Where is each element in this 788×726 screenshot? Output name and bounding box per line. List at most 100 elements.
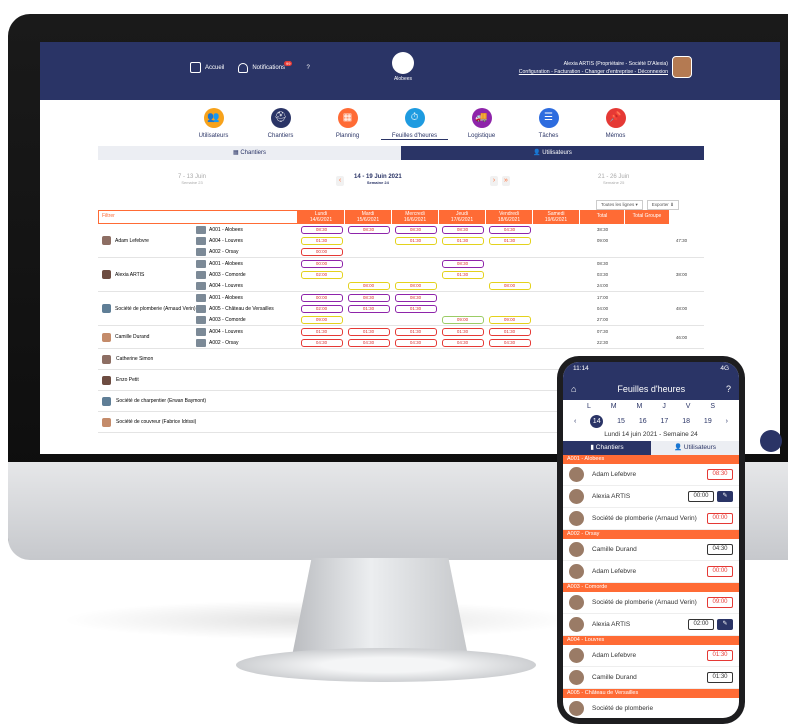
hours-input[interactable]: 09:00	[441, 315, 484, 324]
notifications-link[interactable]: Notifications 99	[238, 61, 293, 73]
hours-input[interactable]: 01:30	[347, 304, 390, 313]
prev-week[interactable]: 7 - 13 Juin Semaine 23	[178, 174, 206, 185]
day-number[interactable]: 18	[682, 418, 690, 425]
hours-input[interactable]: 01:30	[488, 327, 531, 336]
hours-input[interactable]: 04:30	[300, 338, 343, 347]
module-helmet[interactable]: ⛑ Chantiers	[247, 108, 314, 140]
logo-text: Alobees	[393, 76, 413, 82]
hours-input[interactable]: 01:30	[300, 327, 343, 336]
hours-field[interactable]: 00:00	[688, 491, 714, 502]
hours-input[interactable]: 08:00	[394, 281, 437, 290]
lines-select[interactable]: Toutes les lignes ▾	[596, 200, 643, 210]
hours-input[interactable]: 02:00	[300, 270, 343, 279]
day-number[interactable]: 19	[704, 418, 712, 425]
chat-button[interactable]	[760, 430, 782, 452]
hours-field[interactable]: 01:30	[707, 650, 733, 661]
hours-input[interactable]: 08:30	[347, 225, 390, 234]
mobile-tab-utilisateurs[interactable]: 👤 Utilisateurs	[651, 441, 739, 455]
hours-input[interactable]: 08:30	[441, 225, 484, 234]
help-icon[interactable]: ?	[726, 384, 731, 394]
module-tasks[interactable]: ☰ Tâches	[515, 108, 582, 140]
next-next-week-arrow[interactable]: »	[502, 176, 510, 186]
list-item[interactable]: Camille Durand 04:30	[563, 539, 739, 561]
module-users[interactable]: 👥 Utilisateurs	[180, 108, 247, 140]
home-link[interactable]: Accueil	[190, 62, 224, 73]
calendar-icon: ▦	[337, 108, 358, 128]
hours-input[interactable]: 08:30	[347, 293, 390, 302]
hours-field[interactable]: 00:00	[707, 513, 733, 524]
list-item[interactable]: Camille Durand 01:30	[563, 667, 739, 689]
list-item[interactable]: Alexia ARTIS 02:00 ✎	[563, 614, 739, 636]
hours-input[interactable]: 08:30	[300, 225, 343, 234]
person-cell[interactable]: Société de plomberie (Arnaud Verin)	[98, 292, 196, 325]
next-day-arrow[interactable]: ›	[726, 418, 728, 425]
edit-button[interactable]: ✎	[717, 619, 733, 630]
alobees-logo[interactable]: Alobees	[390, 52, 416, 86]
account-links[interactable]: Configuration - Facturation - Changer d'…	[519, 68, 668, 76]
help-button[interactable]: ?	[306, 65, 309, 71]
tab-utilisateurs[interactable]: 👤 Utilisateurs	[401, 146, 704, 160]
hours-input[interactable]: 08:30	[394, 225, 437, 234]
hours-input[interactable]: 01:30	[347, 327, 390, 336]
person-cell[interactable]: Camille Durand	[98, 326, 196, 348]
hours-field[interactable]: 08:30	[707, 469, 733, 480]
person-cell[interactable]: Alexia ARTIS	[98, 258, 196, 291]
hours-input[interactable]: 04:30	[394, 338, 437, 347]
hours-input[interactable]: 01:30	[300, 236, 343, 245]
hours-input[interactable]: 09:00	[488, 315, 531, 324]
mobile-tab-chantiers[interactable]: ▮ Chantiers	[563, 441, 651, 455]
hours-field[interactable]: 04:30	[707, 544, 733, 555]
list-item[interactable]: Société de plomberie (Arnaud Verin) 00:00	[563, 508, 739, 530]
hours-field[interactable]: 01:30	[707, 672, 733, 683]
list-item[interactable]: Adam Lefebvre 08:30	[563, 464, 739, 486]
hours-input[interactable]: 00:00	[300, 259, 343, 268]
list-item[interactable]: Adam Lefebvre 01:30	[563, 645, 739, 667]
day-number[interactable]: 15	[617, 418, 625, 425]
hours-input[interactable]: 01:30	[441, 236, 484, 245]
person-cell[interactable]: Adam Lefebvre	[98, 224, 196, 257]
hours-input[interactable]: 04:30	[347, 338, 390, 347]
user-avatar[interactable]	[672, 56, 692, 78]
filter-input[interactable]: Filtrer	[98, 210, 298, 224]
hours-input[interactable]: 08:30	[394, 293, 437, 302]
prev-week-arrow[interactable]: ‹	[336, 176, 344, 186]
hours-input[interactable]: 01:30	[394, 236, 437, 245]
hours-input[interactable]: 02:00	[300, 304, 343, 313]
module-calendar[interactable]: ▦ Planning	[314, 108, 381, 140]
hours-input[interactable]: 01:30	[394, 327, 437, 336]
next-week-arrow[interactable]: ›	[490, 176, 498, 186]
hours-input[interactable]: 00:00	[300, 293, 343, 302]
weekday: L	[586, 403, 591, 410]
site-group-header: A005 - Château de Versailles	[563, 689, 739, 698]
hours-field[interactable]: 02:00	[688, 619, 714, 630]
day-number[interactable]: 17	[661, 418, 669, 425]
hours-field[interactable]: 00:00	[707, 566, 733, 577]
prev-day-arrow[interactable]: ‹	[574, 418, 576, 425]
list-item[interactable]: Adam Lefebvre 00:00	[563, 561, 739, 583]
hours-input[interactable]: 08:00	[488, 281, 531, 290]
hours-input[interactable]: 09:00	[300, 315, 343, 324]
hours-input[interactable]: 01:30	[441, 327, 484, 336]
day-number[interactable]: 14	[590, 414, 604, 428]
hours-input[interactable]: 04:30	[488, 338, 531, 347]
hours-input[interactable]: 04:30	[488, 225, 531, 234]
hours-input[interactable]: 01:30	[441, 270, 484, 279]
module-pin[interactable]: 📌 Mémos	[582, 108, 649, 140]
hours-input[interactable]: 08:30	[441, 259, 484, 268]
export-button[interactable]: Exporter ⬇	[646, 200, 679, 210]
tab-chantiers[interactable]: ▦ Chantiers	[98, 146, 401, 160]
list-item[interactable]: Société de plomberie	[563, 698, 739, 718]
hours-input[interactable]: 08:00	[347, 281, 390, 290]
hours-field[interactable]: 09:00	[707, 597, 733, 608]
edit-button[interactable]: ✎	[717, 491, 733, 502]
hours-input[interactable]: 04:30	[441, 338, 484, 347]
hours-input[interactable]: 00:00	[300, 247, 343, 256]
list-item[interactable]: Alexia ARTIS 00:00 ✎	[563, 486, 739, 508]
next-week[interactable]: 21 - 26 Juin Semaine 25	[598, 174, 629, 185]
module-truck[interactable]: 🚚 Logistique	[448, 108, 515, 140]
day-number[interactable]: 16	[639, 418, 647, 425]
module-timesheet[interactable]: ⏱ Feuilles d'heures	[381, 108, 448, 140]
list-item[interactable]: Société de plomberie (Arnaud Verin) 09:00	[563, 592, 739, 614]
hours-input[interactable]: 01:30	[488, 236, 531, 245]
hours-input[interactable]: 01:30	[394, 304, 437, 313]
